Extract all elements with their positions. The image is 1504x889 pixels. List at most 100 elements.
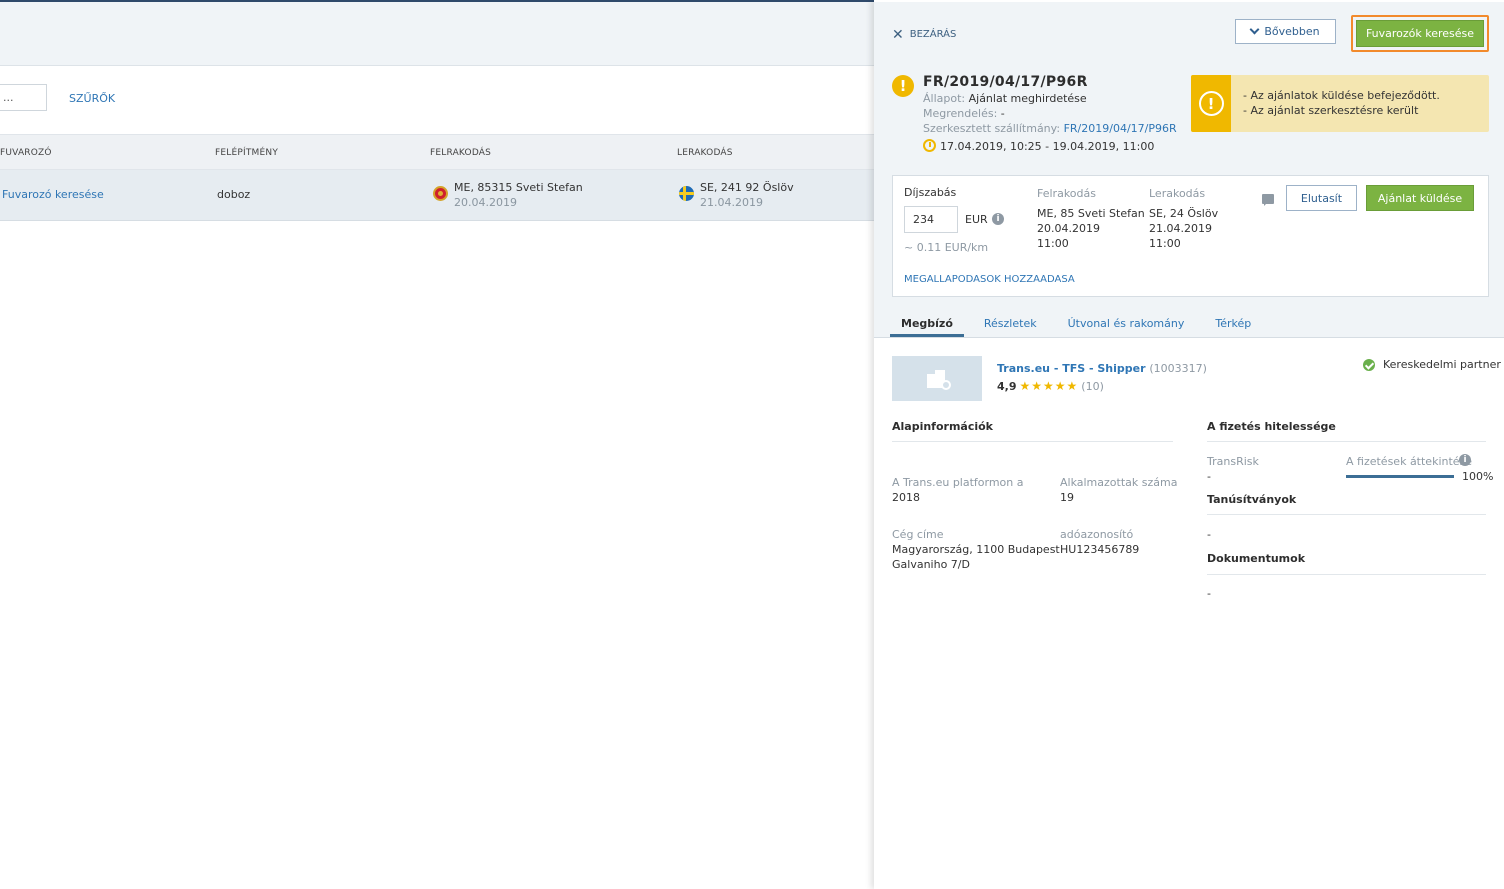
divider <box>1207 574 1486 575</box>
transrisk-value: - <box>1207 470 1211 483</box>
body-type: doboz <box>217 188 251 201</box>
shipment-id: FR/2019/04/17/P96R <box>923 74 1088 90</box>
payment-overview-percent: 100% <box>1462 470 1494 483</box>
offer-card: Díjszabás 234 EUR i ~ 0.11 EUR/km Felrak… <box>892 175 1489 297</box>
shipment-detail-panel: ✕ BEZÁRÁS Bővebben Fuvarozók keresése ! … <box>874 0 1504 889</box>
order-line: Megrendelés: - <box>923 107 1005 120</box>
divider <box>1207 441 1486 442</box>
address-line2: Galvaniho 7/D <box>892 558 970 571</box>
tab-map[interactable]: Térkép <box>1204 312 1262 337</box>
tab-details[interactable]: Részletek <box>973 312 1048 337</box>
search-input[interactable]: ... <box>0 84 47 111</box>
send-offer-button[interactable]: Ajánlat küldése <box>1366 185 1474 211</box>
price-label: Díjszabás <box>904 186 957 199</box>
company-logo <box>892 356 982 401</box>
address-label: Cég címe <box>892 528 944 541</box>
alert-line: - Az ajánlat szerkesztésre került <box>1243 104 1419 117</box>
close-button[interactable]: ✕ BEZÁRÁS <box>892 26 957 43</box>
time-range: 17.04.2019, 10:25 - 19.04.2019, 11:00 <box>940 140 1155 153</box>
add-terms-link[interactable]: MEGALLAPODASOK HOZZAADASA <box>904 274 1075 285</box>
certificates-title: Tanúsítványok <box>1207 493 1297 506</box>
tab-client[interactable]: Megbízó <box>890 312 964 337</box>
find-carriers-highlight: Fuvarozók keresése <box>1351 15 1489 52</box>
exclamation-icon: ! <box>1198 91 1224 116</box>
sweden-flag-icon <box>679 186 694 201</box>
alert-icon-column: ! <box>1191 75 1231 132</box>
status-line: Állapot: Ajánlat meghirdetése <box>923 92 1087 105</box>
col-carrier[interactable]: FUVAROZÓ <box>0 148 52 158</box>
edited-shipment-link[interactable]: FR/2019/04/17/P96R <box>1064 122 1177 135</box>
loading-date: 20.04.2019 <box>454 196 517 209</box>
tabs-divider <box>874 337 1504 338</box>
offer-unloading-time: 11:00 <box>1149 237 1181 250</box>
certificates-value: - <box>1207 528 1211 541</box>
alert-box: ! - Az ajánlatok küldése befejeződött. -… <box>1191 75 1489 132</box>
trade-partner-badge: Kereskedelmi partner <box>1363 358 1501 371</box>
offer-unloading-label: Lerakodás <box>1149 187 1206 200</box>
col-body[interactable]: FELÉPÍTMÉNY <box>215 148 278 158</box>
info-icon[interactable]: i <box>992 213 1004 225</box>
payment-reliability-title: A fizetés hitelessége <box>1207 420 1336 433</box>
company-id: (1003317) <box>1149 362 1207 375</box>
offer-loading-label: Felrakodás <box>1037 187 1096 200</box>
edited-line: Szerkesztett szállítmány: FR/2019/04/17/… <box>923 122 1177 135</box>
tax-id-value: HU123456789 <box>1060 543 1140 556</box>
find-carriers-button[interactable]: Fuvarozók keresése <box>1356 20 1484 47</box>
offer-loading-place: ME, 85 Sveti Stefan <box>1037 207 1145 220</box>
offer-loading-time: 11:00 <box>1037 237 1069 250</box>
review-count[interactable]: (10) <box>1081 380 1104 393</box>
transrisk-label: TransRisk <box>1207 455 1259 468</box>
info-icon[interactable]: i <box>1459 454 1471 466</box>
unloading-date: 21.04.2019 <box>700 196 763 209</box>
tab-route-cargo[interactable]: Útvonal és rakomány <box>1057 312 1196 337</box>
platform-label: A Trans.eu platformon a <box>892 476 1024 489</box>
employees-value: 19 <box>1060 491 1074 504</box>
company-name[interactable]: Trans.eu - TFS - Shipper <box>997 362 1146 375</box>
star-rating-icon: ★★★★★ <box>1019 379 1079 393</box>
order-value: - <box>1000 107 1005 120</box>
payment-overview-bar <box>1346 475 1454 478</box>
status-value: Ajánlat meghirdetése <box>968 92 1087 105</box>
check-circle-icon <box>1363 358 1375 371</box>
close-label: BEZÁRÁS <box>909 29 957 40</box>
status-label: Állapot: <box>923 92 966 105</box>
col-unloading[interactable]: LERAKODÁS <box>677 148 733 158</box>
tax-id-label: adóazonosító <box>1060 528 1134 541</box>
payment-overview-fill <box>1346 475 1454 478</box>
company-rating: 4,9 ★★★★★ (10) <box>997 379 1104 393</box>
platform-value: 2018 <box>892 491 920 504</box>
more-button[interactable]: Bővebben <box>1235 19 1336 44</box>
find-carrier-link[interactable]: Fuvarozó keresése <box>2 188 104 201</box>
loading-city: ME, 85315 Sveti Stefan <box>454 181 583 194</box>
order-label: Megrendelés: <box>923 107 998 120</box>
col-loading[interactable]: FELRAKODÁS <box>430 148 491 158</box>
clock-icon <box>923 139 936 152</box>
divider <box>1207 514 1486 515</box>
basic-info-title: Alapinformációk <box>892 420 993 433</box>
rating-value: 4,9 <box>997 379 1017 393</box>
table-row[interactable]: Fuvarozó keresése doboz ME, 85315 Sveti … <box>0 170 874 221</box>
documents-value: - <box>1207 587 1211 600</box>
unloading-city: SE, 241 92 Öslöv <box>700 181 794 194</box>
price-input[interactable]: 234 <box>904 206 958 233</box>
alert-line: - Az ajánlatok küldése befejeződött. <box>1243 89 1440 102</box>
documents-title: Dokumentumok <box>1207 552 1306 565</box>
partner-label: Kereskedelmi partner <box>1383 358 1501 371</box>
address-line1: Magyarország, 1100 Budapest <box>892 543 1060 556</box>
table-header: FUVAROZÓ FELÉPÍTMÉNY FELRAKODÁS LERAKODÁ… <box>0 134 874 170</box>
chevron-down-icon <box>1249 24 1260 35</box>
divider <box>892 441 1173 442</box>
close-icon: ✕ <box>892 26 904 43</box>
detail-tabs: Megbízó Részletek Útvonal és rakomány Té… <box>890 312 1271 337</box>
offer-unloading-place: SE, 24 Öslöv <box>1149 207 1219 220</box>
reject-button[interactable]: Elutasít <box>1286 185 1357 211</box>
edited-label: Szerkesztett szállítmány: <box>923 122 1061 135</box>
company-name-link[interactable]: Trans.eu - TFS - Shipper (1003317) <box>997 362 1207 375</box>
offer-loading-date: 20.04.2019 <box>1037 222 1100 235</box>
filters-link[interactable]: SZŰRŐK <box>69 92 115 105</box>
offer-unloading-date: 21.04.2019 <box>1149 222 1212 235</box>
comment-icon[interactable] <box>1262 194 1274 206</box>
montenegro-flag-icon <box>433 186 448 201</box>
building-icon <box>927 369 951 390</box>
warning-icon: ! <box>892 75 914 97</box>
